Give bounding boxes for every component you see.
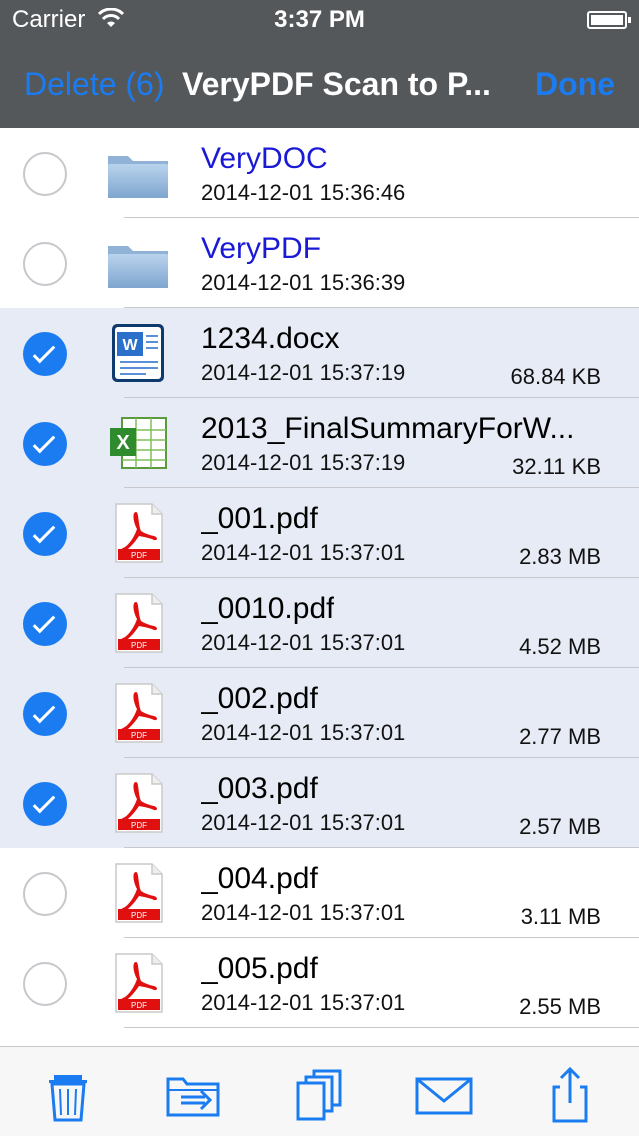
file-date: 2014-12-01 15:37:01: [201, 540, 406, 565]
trash-icon[interactable]: [38, 1065, 98, 1125]
file-date: 2014-12-01 15:37:19: [201, 450, 406, 475]
mail-icon[interactable]: [414, 1065, 474, 1125]
checkbox-checked-icon[interactable]: [23, 782, 67, 826]
file-date: 2014-12-01 15:37:19: [201, 360, 406, 385]
file-name: _004.pdf: [201, 862, 318, 895]
file-list: VeryDOC 2014-12-01 15:36:46 VeryPDF 2014-12…: [0, 128, 639, 1046]
file-name: _005.pdf: [201, 952, 318, 985]
file-name: _003.pdf: [201, 772, 318, 805]
pdf-file-icon: PDF: [115, 503, 163, 563]
list-item[interactable]: VeryDOC 2014-12-01 15:36:46: [0, 128, 639, 218]
file-date: 2014-12-01 15:37:01: [201, 720, 406, 745]
svg-text:PDF: PDF: [131, 1001, 147, 1010]
file-size: 68.84 KB: [510, 364, 601, 389]
move-to-folder-icon[interactable]: [163, 1065, 223, 1125]
pdf-file-icon: PDF: [115, 953, 163, 1013]
svg-text:PDF: PDF: [131, 821, 147, 830]
pdf-file-icon: PDF: [115, 593, 163, 653]
file-name: VeryDOC: [201, 142, 328, 175]
file-date: 2014-12-01 15:37:01: [201, 630, 406, 655]
pdf-file-icon: PDF: [115, 683, 163, 743]
svg-text:PDF: PDF: [131, 551, 147, 560]
checkbox-empty-icon[interactable]: [23, 152, 67, 196]
file-size: 2.83 MB: [519, 544, 601, 569]
list-item-partial[interactable]: X: [0, 1028, 639, 1046]
share-icon[interactable]: [540, 1065, 600, 1125]
list-item[interactable]: PDF _002.pdf 2014-12-01 15:37:01 2.77 MB: [0, 668, 639, 758]
navigation-bar: Delete (6) VeryPDF Scan to P... Done: [0, 40, 639, 128]
file-name: _001.pdf: [201, 502, 318, 535]
folder-icon: [108, 156, 168, 198]
checkbox-checked-icon[interactable]: [23, 512, 67, 556]
list-item[interactable]: VeryPDF 2014-12-01 15:36:39: [0, 218, 639, 308]
svg-text:PDF: PDF: [131, 641, 147, 650]
file-size: 2.77 MB: [519, 724, 601, 749]
checkbox-empty-icon[interactable]: [23, 872, 67, 916]
delete-button[interactable]: Delete (6): [24, 66, 165, 103]
file-size: 4.52 MB: [519, 634, 601, 659]
file-size: 3.11 MB: [520, 904, 601, 929]
file-date: 2014-12-01 15:37:01: [201, 990, 406, 1015]
checkbox-checked-icon[interactable]: [23, 422, 67, 466]
file-name: 1234.docx: [201, 322, 340, 355]
word-document-icon: W: [112, 324, 164, 382]
clock: 3:37 PM: [274, 6, 365, 33]
file-date: 2014-12-01 15:36:39: [201, 270, 406, 295]
file-date: 2014-12-01 15:37:01: [201, 900, 406, 925]
bottom-toolbar: [0, 1046, 639, 1136]
list-item[interactable]: PDF _003.pdf 2014-12-01 15:37:01 2.57 MB: [0, 758, 639, 848]
file-date: 2014-12-01 15:37:01: [201, 810, 406, 835]
checkbox-checked-icon[interactable]: [23, 332, 67, 376]
list-item[interactable]: PDF _0010.pdf 2014-12-01 15:37:01 4.52 MB: [0, 578, 639, 668]
checkbox-empty-icon[interactable]: [23, 962, 67, 1006]
file-size: 2.57 MB: [519, 814, 601, 839]
file-size: 2.55 MB: [519, 994, 601, 1019]
checkbox-empty-icon[interactable]: [23, 242, 67, 286]
copy-icon[interactable]: [290, 1065, 350, 1125]
file-name: 2013_FinalSummaryForW...: [201, 412, 575, 445]
status-bar: Carrier 3:37 PM: [0, 0, 639, 40]
svg-text:W: W: [122, 337, 138, 354]
pdf-file-icon: PDF: [115, 773, 163, 833]
file-name: _002.pdf: [201, 682, 318, 715]
pdf-file-icon: PDF: [115, 863, 163, 923]
list-item[interactable]: PDF _001.pdf 2014-12-01 15:37:01 2.83 MB: [0, 488, 639, 578]
file-size: 32.11 KB: [512, 454, 601, 479]
folder-icon: [108, 246, 168, 288]
done-button[interactable]: Done: [535, 66, 615, 103]
list-item[interactable]: PDF _005.pdf 2014-12-01 15:37:01 2.55 MB: [0, 938, 639, 1028]
file-name: _0010.pdf: [201, 592, 335, 625]
svg-text:PDF: PDF: [131, 731, 147, 740]
list-item[interactable]: PDF _004.pdf 2014-12-01 15:37:01 3.11 MB: [0, 848, 639, 938]
page-title: VeryPDF Scan to P...: [182, 66, 491, 102]
battery-icon: [587, 11, 631, 29]
list-item[interactable]: W 1234.docx 2014-12-01 15:37:19 68.84 KB: [0, 308, 639, 398]
checkbox-checked-icon[interactable]: [23, 692, 67, 736]
file-date: 2014-12-01 15:36:46: [201, 180, 406, 205]
file-name: VeryPDF: [201, 232, 322, 265]
checkbox-checked-icon[interactable]: [23, 602, 67, 646]
svg-text:PDF: PDF: [131, 911, 147, 920]
excel-spreadsheet-icon: X: [110, 417, 167, 469]
svg-text:X: X: [116, 432, 130, 454]
list-item[interactable]: X 2013_FinalSummaryForW... 2014-12-01 15:3…: [0, 398, 639, 488]
